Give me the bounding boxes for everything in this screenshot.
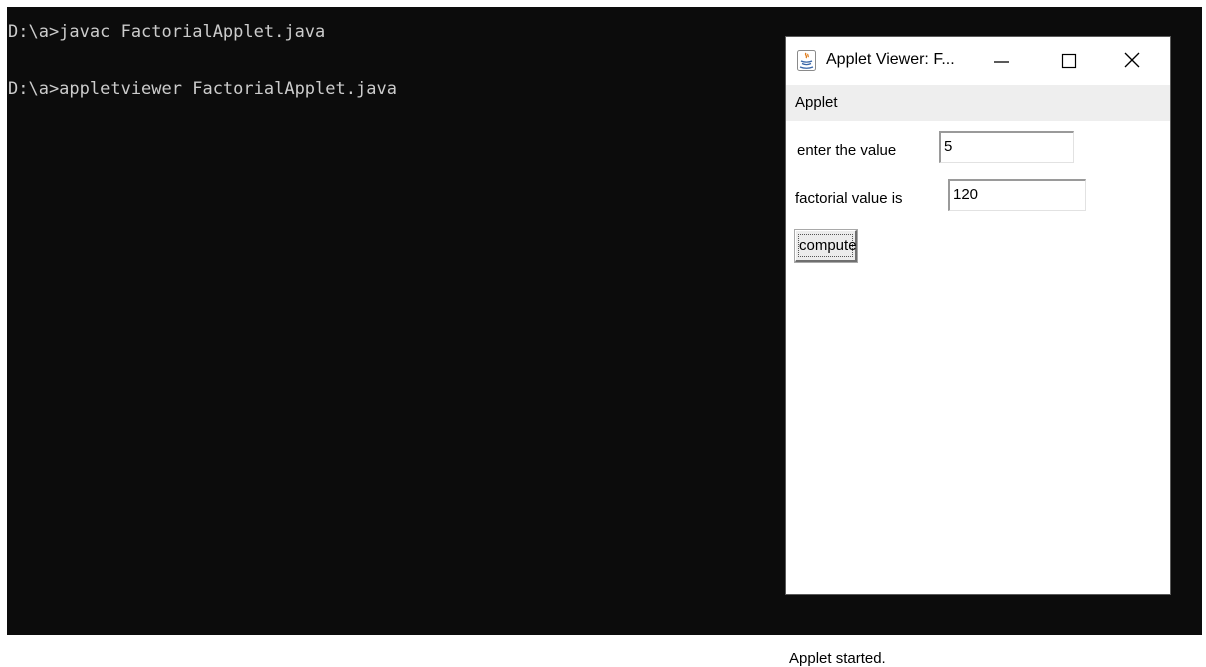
maximize-button[interactable] — [1045, 37, 1091, 85]
java-icon[interactable] — [797, 50, 816, 71]
window-title: Applet Viewer: F... — [826, 51, 955, 68]
menu-bar: Applet — [786, 85, 1170, 121]
factorial-value-label: factorial value is — [795, 190, 903, 207]
factorial-value-field[interactable]: 120 — [948, 179, 1086, 211]
console-line: D:\a>appletviewer FactorialApplet.java — [8, 79, 397, 99]
applet-content: enter the value 5 factorial value is 120… — [786, 121, 1170, 667]
status-text: Applet started. — [789, 650, 886, 667]
enter-value-label: enter the value — [797, 142, 897, 159]
menu-item-applet[interactable]: Applet — [795, 94, 838, 111]
console-line: D:\a>javac FactorialApplet.java — [8, 22, 326, 42]
minimize-button[interactable] — [982, 37, 1028, 85]
compute-button[interactable]: compute — [795, 230, 857, 262]
compute-button-label: compute — [798, 234, 857, 257]
applet-viewer-window: Applet Viewer: F... Applet enter the val… — [786, 37, 1170, 667]
close-button[interactable] — [1111, 37, 1157, 85]
enter-value-field[interactable]: 5 — [939, 131, 1074, 163]
title-bar[interactable]: Applet Viewer: F... — [786, 37, 1170, 85]
close-icon — [1124, 52, 1140, 68]
maximize-icon — [1061, 53, 1077, 69]
